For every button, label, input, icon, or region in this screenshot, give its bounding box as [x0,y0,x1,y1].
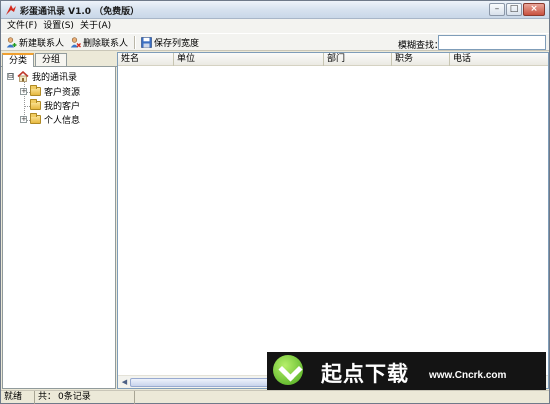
status-total-label: 共： [38,392,57,402]
window-title: 彩蛋通讯录 V1.0 （免费版） [20,7,140,17]
house-icon [17,71,29,82]
toolbar: 新建联系人 删除联系人 保存列宽度 模糊查找： [1,33,549,51]
tree-item-my-customers[interactable]: 我的客户 [30,99,80,112]
grid-header: 姓名 单位 部门 职务 电话 [118,53,548,66]
folder-icon [30,99,41,110]
minimize-button[interactable]: – [489,3,505,16]
search-label: 模糊查找： [398,41,444,51]
expand-icon[interactable]: + [20,116,27,123]
delete-contact-button[interactable]: 删除联系人 [67,35,131,50]
tree-root-label: 我的通讯录 [32,73,78,83]
expand-icon[interactable]: + [20,88,27,95]
contact-tree: ⊟ 我的通讯录 + 客户资源 我的客户 + 个人信息 [2,67,116,389]
delete-user-icon [70,36,81,47]
sidebar-tabs: 分类 分组 [1,53,117,67]
maximize-icon: □ [509,4,519,14]
column-header-phone[interactable]: 电话 [450,53,548,66]
scroll-left-icon[interactable]: ◀ [119,377,130,388]
app-window: 彩蛋通讯录 V1.0 （免费版） – □ × 文件(F) 设置(S) 关于(A)… [0,0,550,404]
tree-item-label: 我的客户 [44,102,81,112]
save-icon [141,36,152,48]
add-user-icon [6,36,17,47]
watermark-url: www.Cncrk.com [429,370,507,381]
status-bar: 就绪 共： 0条记录 [1,390,549,404]
sidebar: 分类 分组 ⊟ 我的通讯录 + 客户资源 我的客户 + 个人信息 [1,52,117,389]
menu-settings[interactable]: 设置(S) [41,19,78,33]
watermark-banner: 起点下载 www.Cncrk.com [267,352,546,390]
close-icon: × [530,4,538,14]
status-ready: 就绪 [1,391,35,404]
close-button[interactable]: × [523,3,545,16]
scrollbar-thumb[interactable] [130,378,280,387]
maximize-button[interactable]: □ [506,3,522,16]
column-header-company[interactable]: 单位 [174,53,324,66]
menu-bar: 文件(F) 设置(S) 关于(A) [1,19,549,33]
minimize-icon: – [494,4,500,14]
new-contact-button[interactable]: 新建联系人 [3,35,67,50]
title-bar[interactable]: 彩蛋通讯录 V1.0 （免费版） – □ × [1,1,549,19]
column-header-name[interactable]: 姓名 [118,53,174,66]
collapse-icon[interactable]: ⊟ [7,73,14,80]
tree-item-label: 个人信息 [44,116,81,126]
tree-item-customer-resources[interactable]: + 客户资源 [20,85,80,98]
column-header-department[interactable]: 部门 [324,53,392,66]
save-column-width-label: 保存列宽度 [154,38,200,49]
watermark-text: 起点下载 [321,362,409,386]
folder-icon [30,113,41,124]
tab-group[interactable]: 分组 [35,53,68,66]
tab-category[interactable]: 分类 [2,53,35,67]
tree-item-personal-info[interactable]: + 个人信息 [20,113,80,126]
contact-grid: 姓名 单位 部门 职务 电话 ◀ [117,52,549,389]
download-arrow-icon [273,355,303,385]
toolbar-separator [134,35,136,49]
menu-file[interactable]: 文件(F) [5,19,41,33]
new-contact-label: 新建联系人 [19,38,65,49]
save-column-width-button[interactable]: 保存列宽度 [138,35,202,50]
app-logo-icon [6,5,16,15]
column-header-position[interactable]: 职务 [392,53,450,66]
status-record-count: 0条记录 [55,391,135,404]
delete-contact-label: 删除联系人 [83,38,129,49]
tree-root[interactable]: ⊟ 我的通讯录 [7,70,77,83]
folder-icon [30,85,41,96]
tree-item-label: 客户资源 [44,88,81,98]
search-input[interactable] [438,35,546,50]
menu-about[interactable]: 关于(A) [78,19,115,33]
